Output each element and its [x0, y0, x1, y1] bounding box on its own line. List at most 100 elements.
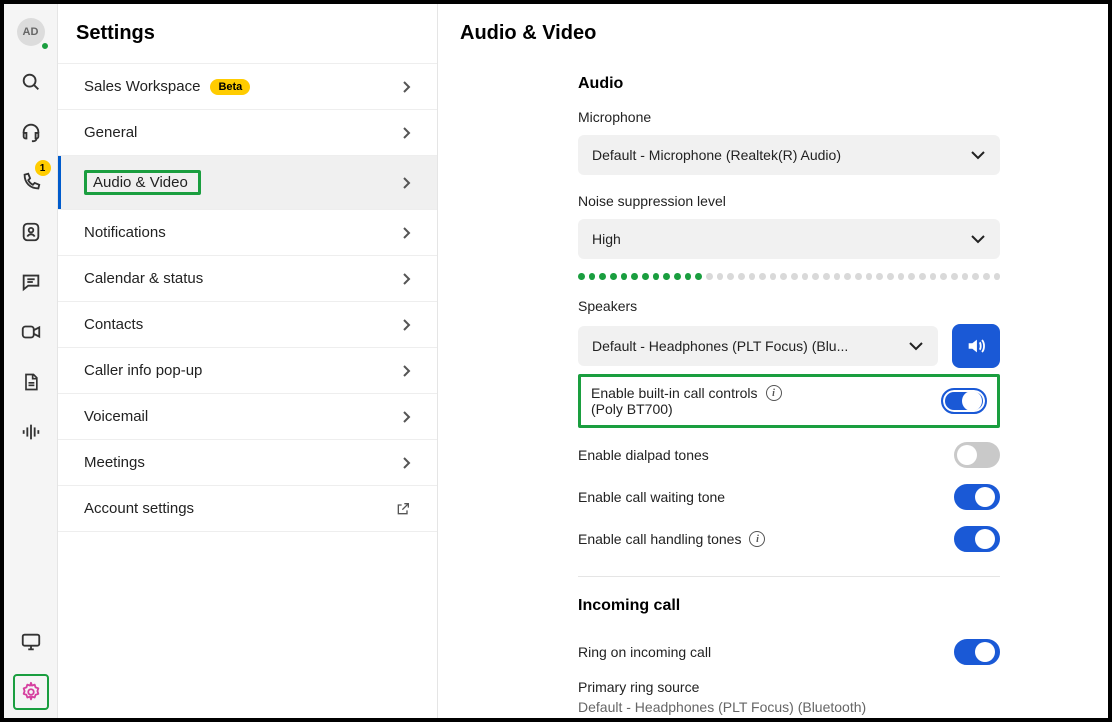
nav-item-notifications[interactable]: Notifications: [58, 209, 437, 255]
speakers-label: Speakers: [578, 298, 1000, 314]
nav-item-label: Voicemail: [84, 408, 148, 425]
document-icon[interactable]: [13, 364, 49, 400]
nav-item-label: General: [84, 124, 137, 141]
noise-label: Noise suppression level: [578, 193, 1000, 209]
page-title: Audio & Video: [460, 22, 1068, 45]
chevron-right-icon: [401, 176, 411, 190]
level-dot: [706, 273, 713, 280]
ring-toggle[interactable]: [954, 639, 1000, 665]
info-icon[interactable]: i: [766, 385, 782, 401]
builtin-toggle[interactable]: [941, 388, 987, 414]
builtin-label: Enable built-in call controls: [591, 385, 758, 401]
icon-rail: AD 1: [4, 4, 58, 718]
section-audio: Audio: [578, 75, 1000, 93]
presence-available-icon: [40, 41, 50, 51]
nav-item-caller-info-popup[interactable]: Caller info pop-up: [58, 347, 437, 393]
level-dot: [674, 273, 681, 280]
level-dot: [844, 273, 851, 280]
chevron-right-icon: [401, 318, 411, 332]
level-dot: [823, 273, 830, 280]
nav-item-general[interactable]: General: [58, 109, 437, 155]
search-icon[interactable]: [13, 64, 49, 100]
audio-levels-icon[interactable]: [13, 414, 49, 450]
level-dot: [653, 273, 660, 280]
nav-item-label: Account settings: [84, 500, 194, 517]
video-icon[interactable]: [13, 314, 49, 350]
nav-item-account-settings[interactable]: Account settings: [58, 485, 437, 532]
section-incoming-call: Incoming call: [578, 597, 1000, 615]
nav-item-meetings[interactable]: Meetings: [58, 439, 437, 485]
level-dot: [940, 273, 947, 280]
noise-select[interactable]: High: [578, 219, 1000, 259]
dialpad-toggle[interactable]: [954, 442, 1000, 468]
chevron-right-icon: [401, 456, 411, 470]
headset-icon[interactable]: [13, 114, 49, 150]
level-dot: [908, 273, 915, 280]
contacts-icon[interactable]: [13, 214, 49, 250]
microphone-level-meter: [578, 273, 1000, 280]
nav-item-label: Calendar & status: [84, 270, 203, 287]
callwaiting-toggle[interactable]: [954, 484, 1000, 510]
test-speaker-button[interactable]: [952, 324, 1000, 368]
nav-item-audio-video[interactable]: Audio & Video: [58, 155, 437, 209]
level-dot: [930, 273, 937, 280]
level-dot: [770, 273, 777, 280]
desktop-icon[interactable]: [13, 624, 49, 660]
level-dot: [599, 273, 606, 280]
nav-item-sales-workspace[interactable]: Sales Workspace Beta: [58, 63, 437, 109]
noise-value: High: [592, 231, 621, 247]
settings-nav-list: Sales Workspace Beta General Audio & Vid…: [58, 63, 437, 532]
settings-icon[interactable]: [13, 674, 49, 710]
chat-icon[interactable]: [13, 264, 49, 300]
chevron-down-icon: [908, 341, 924, 351]
callhandling-toggle[interactable]: [954, 526, 1000, 552]
level-dot: [994, 273, 1001, 280]
speakers-select[interactable]: Default - Headphones (PLT Focus) (Blu...: [578, 326, 938, 366]
level-dot: [855, 273, 862, 280]
avatar-button[interactable]: AD: [13, 14, 49, 50]
level-dot: [962, 273, 969, 280]
phone-icon[interactable]: 1: [13, 164, 49, 200]
info-icon[interactable]: i: [749, 531, 765, 547]
microphone-select[interactable]: Default - Microphone (Realtek(R) Audio): [578, 135, 1000, 175]
level-dot: [951, 273, 958, 280]
chevron-right-icon: [401, 226, 411, 240]
nav-item-label: Contacts: [84, 316, 143, 333]
level-dot: [876, 273, 883, 280]
level-dot: [631, 273, 638, 280]
nav-item-label: Sales Workspace: [84, 78, 200, 95]
nav-item-label: Caller info pop-up: [84, 362, 202, 379]
level-dot: [812, 273, 819, 280]
microphone-value: Default - Microphone (Realtek(R) Audio): [592, 147, 841, 163]
nav-item-calendar-status[interactable]: Calendar & status: [58, 255, 437, 301]
nav-item-contacts[interactable]: Contacts: [58, 301, 437, 347]
level-dot: [759, 273, 766, 280]
level-dot: [727, 273, 734, 280]
level-dot: [749, 273, 756, 280]
level-dot: [802, 273, 809, 280]
level-dot: [621, 273, 628, 280]
phone-badge: 1: [35, 160, 51, 176]
level-dot: [866, 273, 873, 280]
main-panel: Audio & Video Audio Microphone Default -…: [438, 4, 1108, 718]
callhandling-label: Enable call handling tones: [578, 531, 741, 547]
beta-badge: Beta: [210, 79, 250, 95]
nav-item-label: Audio & Video: [84, 170, 201, 195]
chevron-down-icon: [970, 150, 986, 160]
audio-settings: Audio Microphone Default - Microphone (R…: [460, 75, 1000, 715]
level-dot: [983, 273, 990, 280]
nav-item-label: Meetings: [84, 454, 145, 471]
level-dot: [610, 273, 617, 280]
level-dot: [717, 273, 724, 280]
chevron-right-icon: [401, 272, 411, 286]
level-dot: [834, 273, 841, 280]
chevron-right-icon: [401, 410, 411, 424]
settings-title: Settings: [58, 4, 437, 63]
level-dot: [791, 273, 798, 280]
nav-item-voicemail[interactable]: Voicemail: [58, 393, 437, 439]
app-frame: AD 1: [0, 0, 1112, 722]
chevron-right-icon: [401, 364, 411, 378]
level-dot: [919, 273, 926, 280]
level-dot: [695, 273, 702, 280]
external-link-icon: [395, 501, 411, 517]
